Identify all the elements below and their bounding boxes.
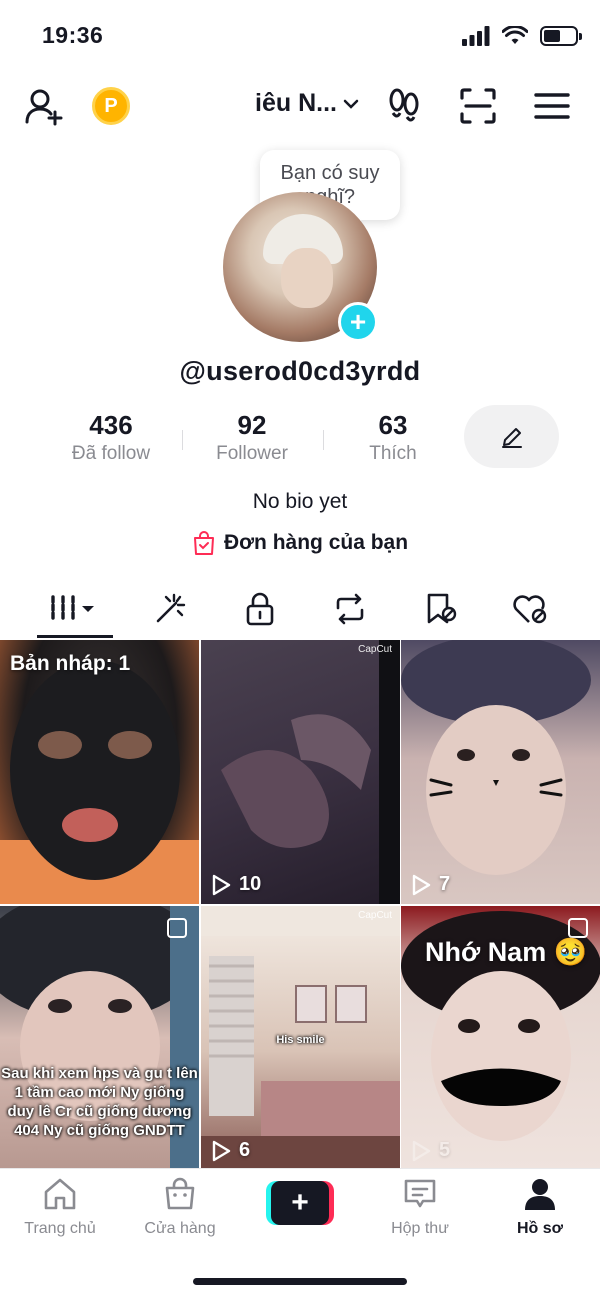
play-icon <box>212 1140 231 1161</box>
stat-likes[interactable]: 63 Thích <box>323 410 463 465</box>
stat-likes-label: Thích <box>369 443 417 464</box>
play-icon <box>212 874 231 895</box>
stat-following[interactable]: 436 Đã follow <box>41 410 181 465</box>
nav-profile-label: Hồ sơ <box>516 1220 564 1237</box>
masked-face-image <box>0 660 199 904</box>
tab-liked[interactable] <box>480 585 580 633</box>
footprints-icon[interactable] <box>384 86 424 126</box>
play-count-value: 6 <box>239 1139 251 1161</box>
account-switcher[interactable]: iêu N... <box>255 89 359 118</box>
nav-shop[interactable]: Cửa hàng <box>120 1177 240 1238</box>
sparkle-icon <box>156 593 186 623</box>
tab-videos[interactable] <box>25 585 125 633</box>
create-button[interactable]: + <box>266 1181 334 1225</box>
bio-text[interactable]: No bio yet <box>0 490 600 514</box>
play-count-value: 5 <box>439 1139 451 1161</box>
stat-following-value: 436 <box>89 410 133 440</box>
nav-home-label: Trang chủ <box>24 1220 96 1237</box>
stat-followers-value: 92 <box>237 410 267 440</box>
saved-icon <box>427 593 457 624</box>
video-thumbnail[interactable]: CapCut 10 <box>201 640 400 904</box>
wifi-icon <box>502 26 528 44</box>
nav-right-actions <box>384 86 572 126</box>
multi-photo-icon <box>568 918 588 938</box>
hands-image <box>221 640 400 904</box>
status-bar: 19:36 <box>0 0 600 70</box>
capcut-watermark: CapCut <box>358 910 392 921</box>
nav-inbox-label: Hộp thư <box>391 1220 449 1237</box>
play-count: 10 <box>211 873 261 896</box>
repost-icon <box>336 593 364 625</box>
multi-photo-icon <box>167 918 187 938</box>
coin-icon[interactable]: P <box>92 87 130 125</box>
add-avatar-icon[interactable]: + <box>338 302 378 342</box>
chevron-down-icon <box>343 99 359 109</box>
draft-label: Bản nháp: 1 <box>10 652 131 675</box>
video-caption: Nhớ Nam 🥹 <box>425 937 588 967</box>
play-count: 6 <box>211 1139 250 1162</box>
video-thumbnail[interactable]: Sau khi xem hps và gu t lên 1 tầm cao mớ… <box>0 906 199 1170</box>
play-count-value: 7 <box>439 873 451 895</box>
signal-icon <box>462 26 490 46</box>
tab-favorites[interactable] <box>390 585 490 633</box>
play-count: 7 <box>411 873 450 896</box>
shopping-bag-icon <box>193 531 214 555</box>
nav-inbox[interactable]: Hộp thư <box>360 1177 480 1238</box>
capcut-watermark: CapCut <box>358 644 392 655</box>
orders-label: Đơn hàng của bạn <box>223 531 409 554</box>
video-thumbnail[interactable]: Nhớ Nam 🥹 5 <box>401 906 600 1170</box>
stat-followers[interactable]: 92 Follower <box>182 410 322 465</box>
stat-following-label: Đã follow <box>71 443 151 464</box>
play-count-value: 10 <box>239 873 262 895</box>
battery-icon <box>540 26 582 46</box>
nav-home[interactable]: Trang chủ <box>0 1177 120 1238</box>
tab-private[interactable] <box>210 585 310 633</box>
profile-icon <box>525 1179 555 1210</box>
shop-bag-icon <box>165 1177 195 1210</box>
lock-icon <box>246 592 274 626</box>
status-icons <box>462 26 582 46</box>
menu-icon[interactable] <box>532 86 572 126</box>
video-thumbnail[interactable]: CapCut His smile 6 <box>201 906 400 1170</box>
video-caption: His smile <box>276 1034 325 1046</box>
video-thumbnail-draft[interactable]: Bản nháp: 1 <box>0 640 199 904</box>
cat-filter-face-image <box>401 640 591 875</box>
status-time: 19:36 <box>42 22 104 48</box>
tab-highlights[interactable] <box>120 585 220 633</box>
account-name: iêu N... <box>255 89 337 117</box>
top-nav: P iêu N... <box>0 80 600 132</box>
orders-link[interactable]: Đơn hàng của bạn <box>0 530 600 556</box>
play-count: 5 <box>411 1139 450 1162</box>
tooltip-line-1: Bạn có suy <box>280 162 380 184</box>
home-indicator <box>193 1278 407 1285</box>
video-thumbnail[interactable]: 7 <box>401 640 600 904</box>
liked-icon <box>513 595 547 624</box>
play-icon <box>412 874 431 895</box>
content-tabs <box>0 585 600 638</box>
videos-icon <box>51 595 94 623</box>
add-friend-icon[interactable] <box>24 86 64 126</box>
edit-profile-button[interactable] <box>464 405 559 468</box>
nav-shop-label: Cửa hàng <box>144 1220 216 1237</box>
home-icon <box>44 1178 76 1210</box>
plus-icon: + <box>271 1181 329 1225</box>
stat-followers-label: Follower <box>216 443 288 464</box>
pencil-icon <box>501 427 522 448</box>
video-caption: Sau khi xem hps và gu t lên 1 tầm cao mớ… <box>1 1065 198 1139</box>
tab-reposts[interactable] <box>300 585 400 633</box>
nav-profile[interactable]: Hồ sơ <box>480 1177 600 1238</box>
inbox-icon <box>404 1179 436 1208</box>
stat-likes-value: 63 <box>378 410 408 440</box>
play-icon <box>412 1140 431 1161</box>
username: @userod0cd3yrdd <box>179 356 421 386</box>
scan-icon[interactable] <box>458 86 498 126</box>
active-tab-indicator <box>37 635 113 638</box>
